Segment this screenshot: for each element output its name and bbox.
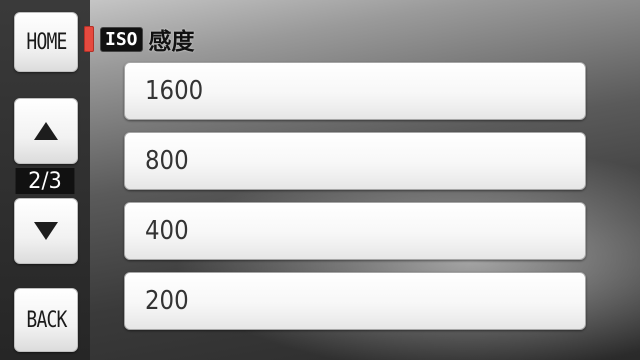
option-label: 400 xyxy=(145,216,189,246)
camera-menu-screen: HOME 2/3 BACK ISO 感度 1600 800 400 200 xyxy=(0,0,640,360)
iso-option-800[interactable]: 800 xyxy=(124,132,586,190)
option-label: 200 xyxy=(145,286,189,316)
option-label: 1600 xyxy=(145,76,204,106)
iso-option-200[interactable]: 200 xyxy=(124,272,586,330)
iso-option-1600[interactable]: 1600 xyxy=(124,62,586,120)
option-label: 800 xyxy=(145,146,189,176)
page-indicator: 2/3 xyxy=(15,168,75,194)
home-button[interactable]: HOME xyxy=(14,12,78,72)
page-title: 感度 xyxy=(148,29,195,55)
section-marker xyxy=(84,26,94,52)
iso-badge: ISO xyxy=(100,26,143,52)
back-button[interactable]: BACK xyxy=(14,288,78,352)
triangle-up-icon xyxy=(34,122,58,140)
page-up-button[interactable] xyxy=(14,98,78,164)
page-down-button[interactable] xyxy=(14,198,78,264)
menu-header: ISO 感度 xyxy=(84,24,195,55)
triangle-down-icon xyxy=(34,222,58,240)
home-button-label: HOME xyxy=(25,29,67,55)
back-button-label: BACK xyxy=(25,307,67,333)
iso-option-400[interactable]: 400 xyxy=(124,202,586,260)
